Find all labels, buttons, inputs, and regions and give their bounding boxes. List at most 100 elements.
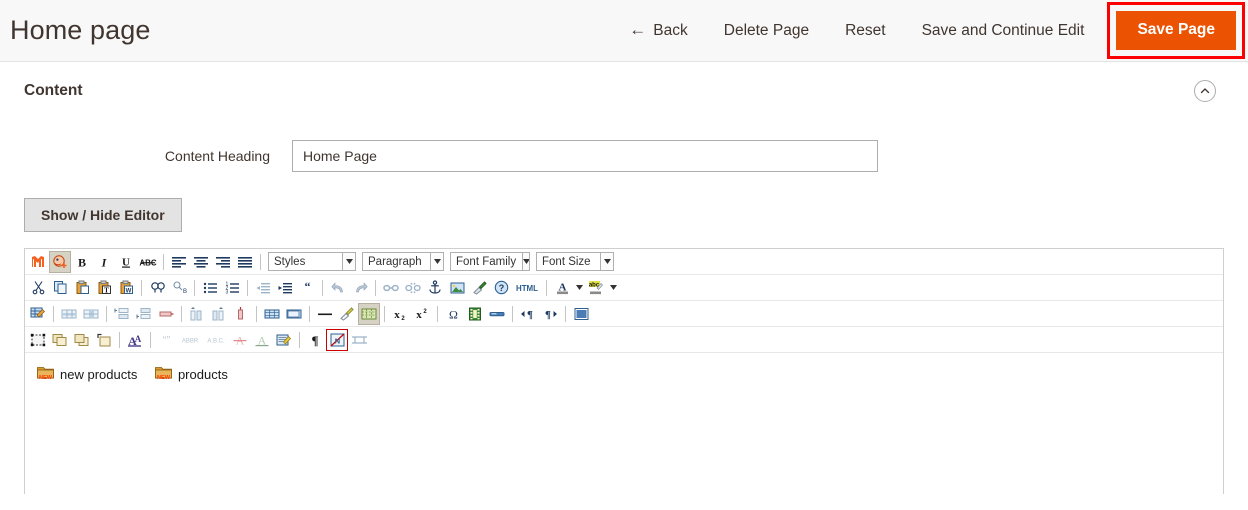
magento-widget-icon[interactable] <box>49 250 71 273</box>
delete-page-button[interactable]: Delete Page <box>706 0 827 61</box>
table-cell-properties-icon[interactable] <box>80 303 102 325</box>
deleted-text-icon[interactable]: A <box>229 329 251 351</box>
absolute-position-icon[interactable] <box>93 329 115 351</box>
visual-aid-icon[interactable] <box>358 302 380 325</box>
style-properties-icon[interactable]: AA <box>124 329 146 351</box>
chevron-up-icon[interactable] <box>1194 80 1216 102</box>
widget-products[interactable]: NEW products <box>155 365 228 383</box>
cut-icon[interactable] <box>27 277 49 299</box>
page-break-insert-icon[interactable] <box>348 329 370 351</box>
save-and-continue-edit-button[interactable]: Save and Continue Edit <box>904 0 1103 61</box>
align-center-icon[interactable] <box>190 251 212 273</box>
table-row-properties-icon[interactable] <box>58 303 80 325</box>
paragraph-dropdown[interactable]: Paragraph <box>362 252 444 271</box>
toolbar-separator <box>375 279 376 296</box>
text-color-icon[interactable]: A <box>551 277 573 299</box>
text-color-control[interactable]: A <box>551 277 585 299</box>
insert-layer-icon[interactable] <box>27 329 49 351</box>
visual-characters-icon[interactable]: ¶ <box>304 329 326 351</box>
delete-column-icon[interactable] <box>230 303 252 325</box>
bullet-list-icon[interactable] <box>199 277 221 299</box>
toolbar-separator <box>546 279 547 296</box>
bold-icon[interactable]: B <box>71 251 93 273</box>
split-cells-icon[interactable] <box>261 303 283 325</box>
unlink-icon[interactable] <box>402 277 424 299</box>
anchor-icon[interactable] <box>424 277 446 299</box>
nonbreaking-space-icon[interactable]: N <box>326 328 348 351</box>
background-color-icon[interactable]: abc <box>585 277 607 299</box>
help-icon[interactable]: ? <box>490 277 512 299</box>
abbreviation-icon[interactable]: ABBR <box>177 329 203 351</box>
font-size-dropdown[interactable]: Font Size <box>536 252 614 271</box>
search-replace-icon[interactable]: B <box>168 277 190 299</box>
editor-toolbar-row-3: x2 x2 Ω ¶ ¶ <box>25 301 1223 327</box>
merge-cells-icon[interactable] <box>283 303 305 325</box>
chevron-down-icon[interactable] <box>607 277 619 299</box>
page-header: Home page ← Back Delete Page Reset Save … <box>0 0 1248 62</box>
fullscreen-icon[interactable] <box>570 303 592 325</box>
insert-table-icon[interactable] <box>27 303 49 325</box>
blockquote-icon[interactable]: “ <box>296 277 318 299</box>
svg-text:¶: ¶ <box>311 333 318 347</box>
save-page-button[interactable]: Save Page <box>1116 11 1236 50</box>
font-family-dropdown[interactable]: Font Family <box>450 252 530 271</box>
paste-icon[interactable] <box>71 277 93 299</box>
svg-text:?: ? <box>498 283 504 293</box>
svg-text:B: B <box>78 255 86 269</box>
align-justify-icon[interactable] <box>234 251 256 273</box>
image-icon[interactable] <box>446 277 468 299</box>
underline-icon[interactable]: U <box>115 251 137 273</box>
insert-column-before-icon[interactable] <box>186 303 208 325</box>
align-left-icon[interactable] <box>168 251 190 273</box>
link-icon[interactable] <box>380 277 402 299</box>
special-character-icon[interactable]: Ω <box>442 303 464 325</box>
insert-row-before-icon[interactable] <box>111 303 133 325</box>
inserted-text-icon[interactable]: A <box>251 329 273 351</box>
svg-text:x: x <box>416 309 422 321</box>
widget-new-products-label: new products <box>60 366 138 382</box>
show-hide-editor-button[interactable]: Show / Hide Editor <box>24 198 182 232</box>
acronym-icon[interactable]: A.B.C. <box>203 329 229 351</box>
cleanup-icon[interactable] <box>468 277 490 299</box>
outdent-icon[interactable] <box>252 277 274 299</box>
rtl-direction-icon[interactable]: ¶ <box>539 303 561 325</box>
insert-column-after-icon[interactable] <box>208 303 230 325</box>
background-color-control[interactable]: abc <box>585 277 619 299</box>
citation-icon[interactable]: “” <box>155 329 177 351</box>
move-backward-icon[interactable] <box>71 329 93 351</box>
move-forward-icon[interactable] <box>49 329 71 351</box>
copy-icon[interactable] <box>49 277 71 299</box>
editor-toggle-row: Show / Hide Editor <box>0 172 1248 232</box>
delete-row-icon[interactable] <box>155 303 177 325</box>
reset-label: Reset <box>845 21 886 39</box>
insert-row-after-icon[interactable] <box>133 303 155 325</box>
align-right-icon[interactable] <box>212 251 234 273</box>
widget-new-products[interactable]: NEW new products <box>37 365 137 383</box>
redo-icon[interactable] <box>349 277 371 299</box>
remove-format-icon[interactable] <box>336 303 358 325</box>
reset-button[interactable]: Reset <box>827 0 904 61</box>
html-source-icon[interactable]: HTML <box>512 277 542 299</box>
numbered-list-icon[interactable]: 123 <box>221 277 243 299</box>
insert-media-icon[interactable] <box>464 303 486 325</box>
subscript-icon[interactable]: x2 <box>389 303 411 325</box>
chevron-down-icon[interactable] <box>573 277 585 299</box>
paste-word-icon[interactable]: W <box>115 277 137 299</box>
ltr-direction-icon[interactable]: ¶ <box>517 303 539 325</box>
horizontal-rule-icon[interactable] <box>314 303 336 325</box>
italic-icon[interactable]: I <box>93 251 115 273</box>
search-icon[interactable] <box>146 277 168 299</box>
magento-variable-icon[interactable] <box>27 251 49 273</box>
strikethrough-icon[interactable]: ABC <box>137 251 159 273</box>
paste-text-icon[interactable]: T <box>93 277 115 299</box>
superscript-icon[interactable]: x2 <box>411 303 433 325</box>
indent-icon[interactable] <box>274 277 296 299</box>
back-button[interactable]: ← Back <box>611 0 705 61</box>
content-heading-input[interactable] <box>292 140 878 172</box>
page-break-icon[interactable] <box>486 303 508 325</box>
toolbar-separator <box>119 331 120 348</box>
attributes-icon[interactable] <box>273 329 295 351</box>
editor-content-area[interactable]: NEW new products NEW products <box>25 353 1223 495</box>
undo-icon[interactable] <box>327 277 349 299</box>
styles-dropdown[interactable]: Styles <box>268 252 356 271</box>
